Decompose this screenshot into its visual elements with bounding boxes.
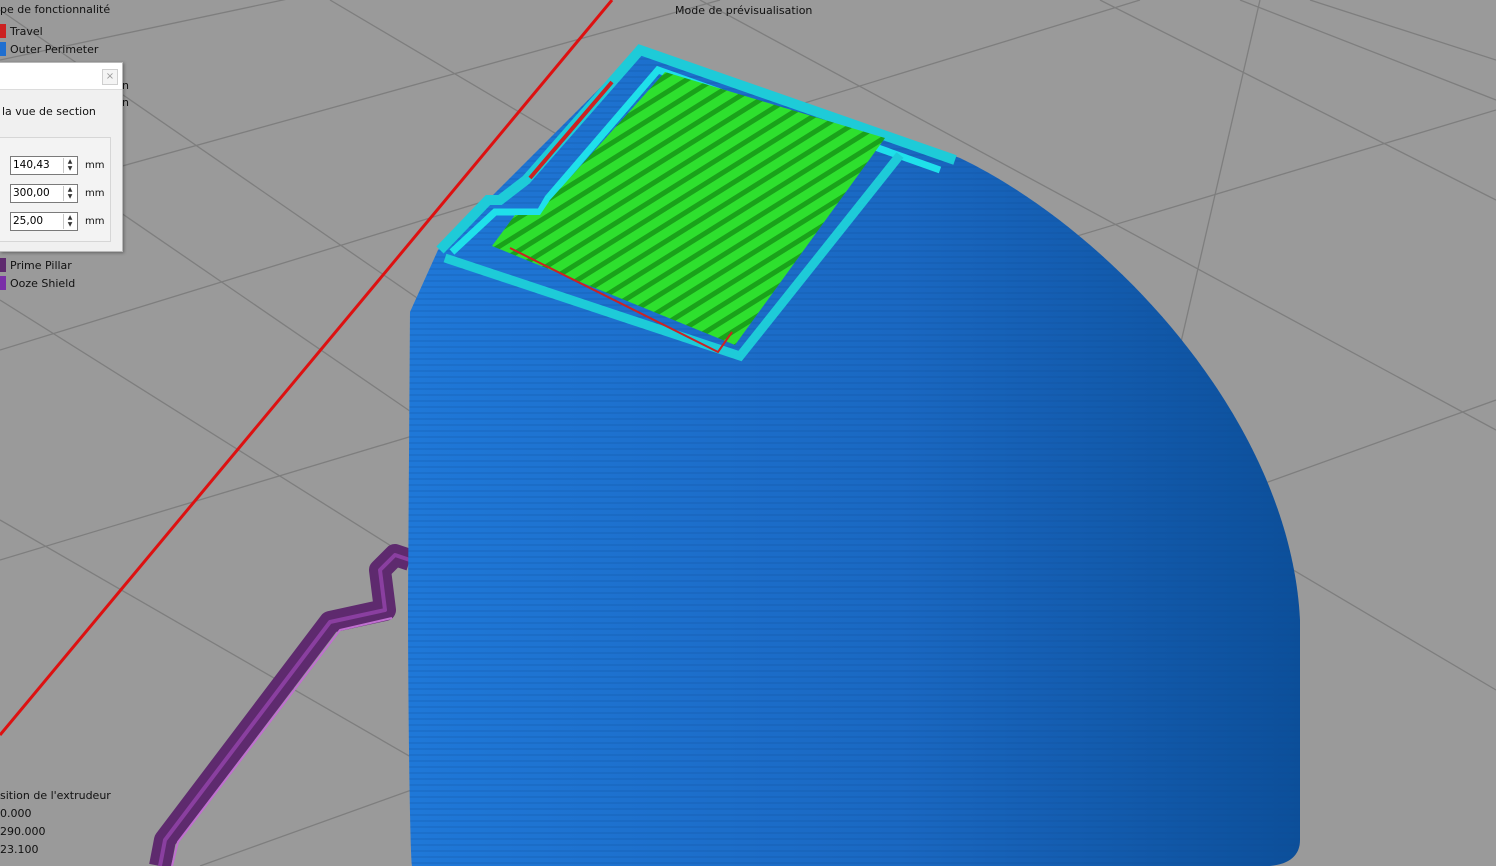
extruder-x-value: 0.000	[0, 807, 32, 820]
section-field-row: ▲ ▼ mm	[10, 183, 105, 203]
section-view-dialog[interactable]: × la vue de section ▲ ▼ mm ▲ ▼ mm ▲ ▼	[0, 62, 123, 252]
legend-item-label: Prime Pillar	[10, 258, 72, 272]
hidden-legend-fragment: n	[122, 79, 129, 92]
spinner-arrows[interactable]: ▲ ▼	[63, 157, 76, 173]
legend-item-prime-pillar[interactable]: Prime Pillar	[0, 257, 72, 273]
printed-object	[408, 44, 1300, 866]
prime-pillar-path	[149, 544, 414, 866]
spinner-arrows[interactable]: ▲ ▼	[63, 213, 76, 229]
spin-down-icon[interactable]: ▼	[64, 193, 76, 201]
ooze-shield-swatch	[0, 276, 6, 290]
unit-label: mm	[85, 187, 105, 199]
section-field-3-input[interactable]	[11, 213, 61, 229]
legend-item-label: Ooze Shield	[10, 276, 76, 290]
dialog-description: la vue de section	[2, 105, 96, 118]
legend-item-outer-perimeter[interactable]: Outer Perimeter	[0, 41, 98, 57]
section-field-3-box[interactable]: ▲ ▼	[10, 211, 78, 231]
extruder-position-title: sition de l'extrudeur	[0, 789, 111, 802]
unit-label: mm	[85, 215, 105, 227]
legend-item-label: Outer Perimeter	[10, 42, 99, 56]
dialog-titlebar[interactable]: ×	[0, 63, 122, 90]
extruder-z-value: 23.100	[0, 843, 39, 856]
spin-down-icon[interactable]: ▼	[64, 221, 76, 229]
3d-preview-viewport[interactable]: Mode de prévisualisation	[0, 0, 1496, 866]
legend-item-travel[interactable]: Travel	[0, 23, 43, 39]
legend-title: pe de fonctionnalité	[0, 3, 111, 16]
hidden-legend-fragment: n	[122, 96, 129, 109]
spin-up-icon[interactable]: ▲	[64, 158, 76, 166]
legend-item-ooze-shield[interactable]: Ooze Shield	[0, 275, 75, 291]
unit-label: mm	[85, 159, 105, 171]
section-field-1-box[interactable]: ▲ ▼	[10, 155, 78, 175]
spin-down-icon[interactable]: ▼	[64, 165, 76, 173]
section-field-row: ▲ ▼ mm	[10, 155, 105, 175]
prime-pillar-swatch	[0, 258, 6, 272]
section-field-2-input[interactable]	[11, 185, 61, 201]
close-icon[interactable]: ×	[102, 69, 118, 85]
spin-up-icon[interactable]: ▲	[64, 214, 76, 222]
extruder-y-value: 290.000	[0, 825, 46, 838]
spin-up-icon[interactable]: ▲	[64, 186, 76, 194]
outer-perimeter-swatch	[0, 42, 6, 56]
spinner-arrows[interactable]: ▲ ▼	[63, 185, 76, 201]
legend-item-label: Travel	[10, 24, 43, 38]
preview-mode-label: Mode de prévisualisation	[675, 4, 812, 17]
section-field-2-box[interactable]: ▲ ▼	[10, 183, 78, 203]
section-field-1-input[interactable]	[11, 157, 61, 173]
section-field-row: ▲ ▼ mm	[10, 211, 105, 231]
travel-swatch	[0, 24, 6, 38]
